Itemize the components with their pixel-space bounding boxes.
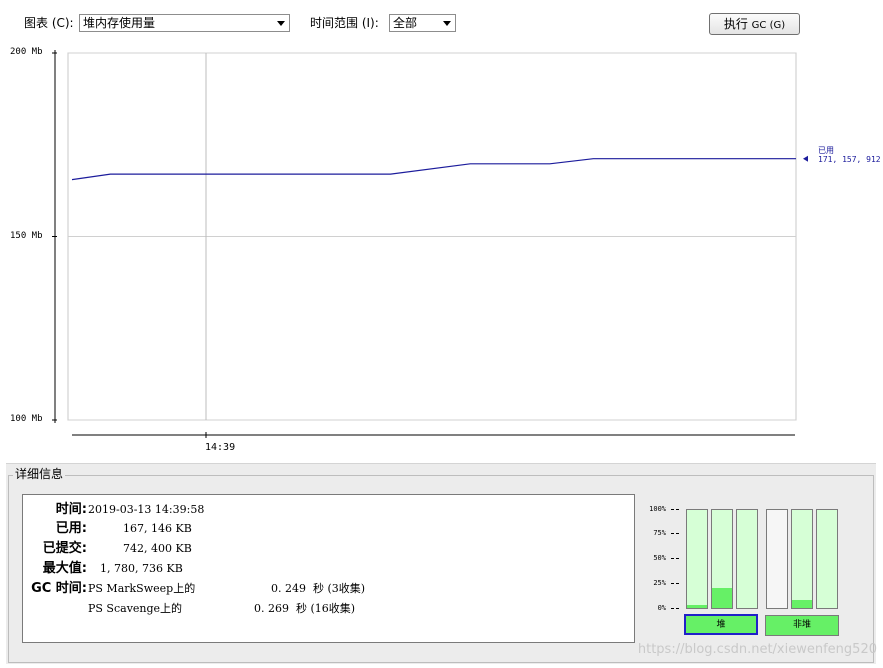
pct-dash [671,583,679,584]
heap-memory-chart [52,50,808,438]
pct-label: 0% [657,604,666,612]
pct-label: 75% [653,529,666,537]
perform-gc-button-suffix: (G) [766,20,786,31]
used-label: 已用: [55,521,87,536]
pct-dash [671,608,679,609]
chart-selector[interactable]: 堆内存使用量 [79,14,290,32]
details-title: 详细信息 [13,467,66,481]
chevron-down-icon [277,21,285,26]
heap-pool-bar[interactable] [686,509,708,609]
y-tick-label-150: 150 Mb [10,231,43,241]
time-range-value: 全部 [393,16,418,30]
perform-gc-button-prefix: 执行 [723,17,752,31]
time-range-selector[interactable]: 全部 [389,14,456,32]
chevron-down-icon [443,21,451,26]
nonheap-button[interactable]: 非堆 [765,615,839,636]
pct-label: 100% [649,505,666,513]
chart-selector-label: 图表 (C): [24,16,74,30]
pool-bar-fill [712,588,732,608]
perform-gc-button-gc: GC [751,20,767,31]
chart-selector-value: 堆内存使用量 [83,16,156,30]
nonheap-pool-bar[interactable] [766,509,788,609]
pct-dash [671,558,679,559]
gc-row-name: PS MarkSweep上的 [88,582,196,595]
pct-label: 25% [653,579,666,587]
max-value: 1, 780, 736 KB [100,562,183,575]
series-last-value: 171, 157, 912 [818,155,881,164]
max-label: 最大值: [42,561,87,576]
pool-bar-fill [687,605,707,608]
details-info-box: 时间: 2019-03-13 14:39:58 已用: 167, 146 KB … [22,494,635,643]
committed-value: 742, 400 KB [123,542,192,555]
last-value-marker [803,155,808,162]
x-tick-label: 14:39 [205,442,236,453]
heap-pool-bar[interactable] [711,509,733,609]
time-range-label: 时间范围 (I): [310,16,379,30]
used-value: 167, 146 KB [123,522,192,535]
heap-pool-bar[interactable] [736,509,758,609]
gc-row-name: PS Scavenge上的 [88,602,183,615]
nonheap-pool-bar[interactable] [791,509,813,609]
gc-row-time: 0. 269 秒 (16收集) [254,602,356,615]
y-tick-label-100: 100 Mb [10,414,43,424]
pct-dash [671,509,679,510]
nonheap-pool-bar[interactable] [816,509,838,609]
watermark: https://blog.csdn.net/xiewenfeng520 [637,642,877,657]
time-value: 2019-03-13 14:39:58 [88,503,205,516]
committed-label: 已提交: [42,541,87,556]
pool-bar-fill [792,600,812,608]
gc-row-time: 0. 249 秒 (3收集) [271,582,366,595]
heap-button[interactable]: 堆 [684,614,758,635]
pct-label: 50% [653,554,666,562]
time-label: 时间: [55,502,87,517]
gc-time-label: GC 时间: [31,581,87,596]
perform-gc-button[interactable]: 执行 GC (G) [709,13,800,35]
y-tick-label-200: 200 Mb [10,47,43,57]
pct-dash [671,533,679,534]
